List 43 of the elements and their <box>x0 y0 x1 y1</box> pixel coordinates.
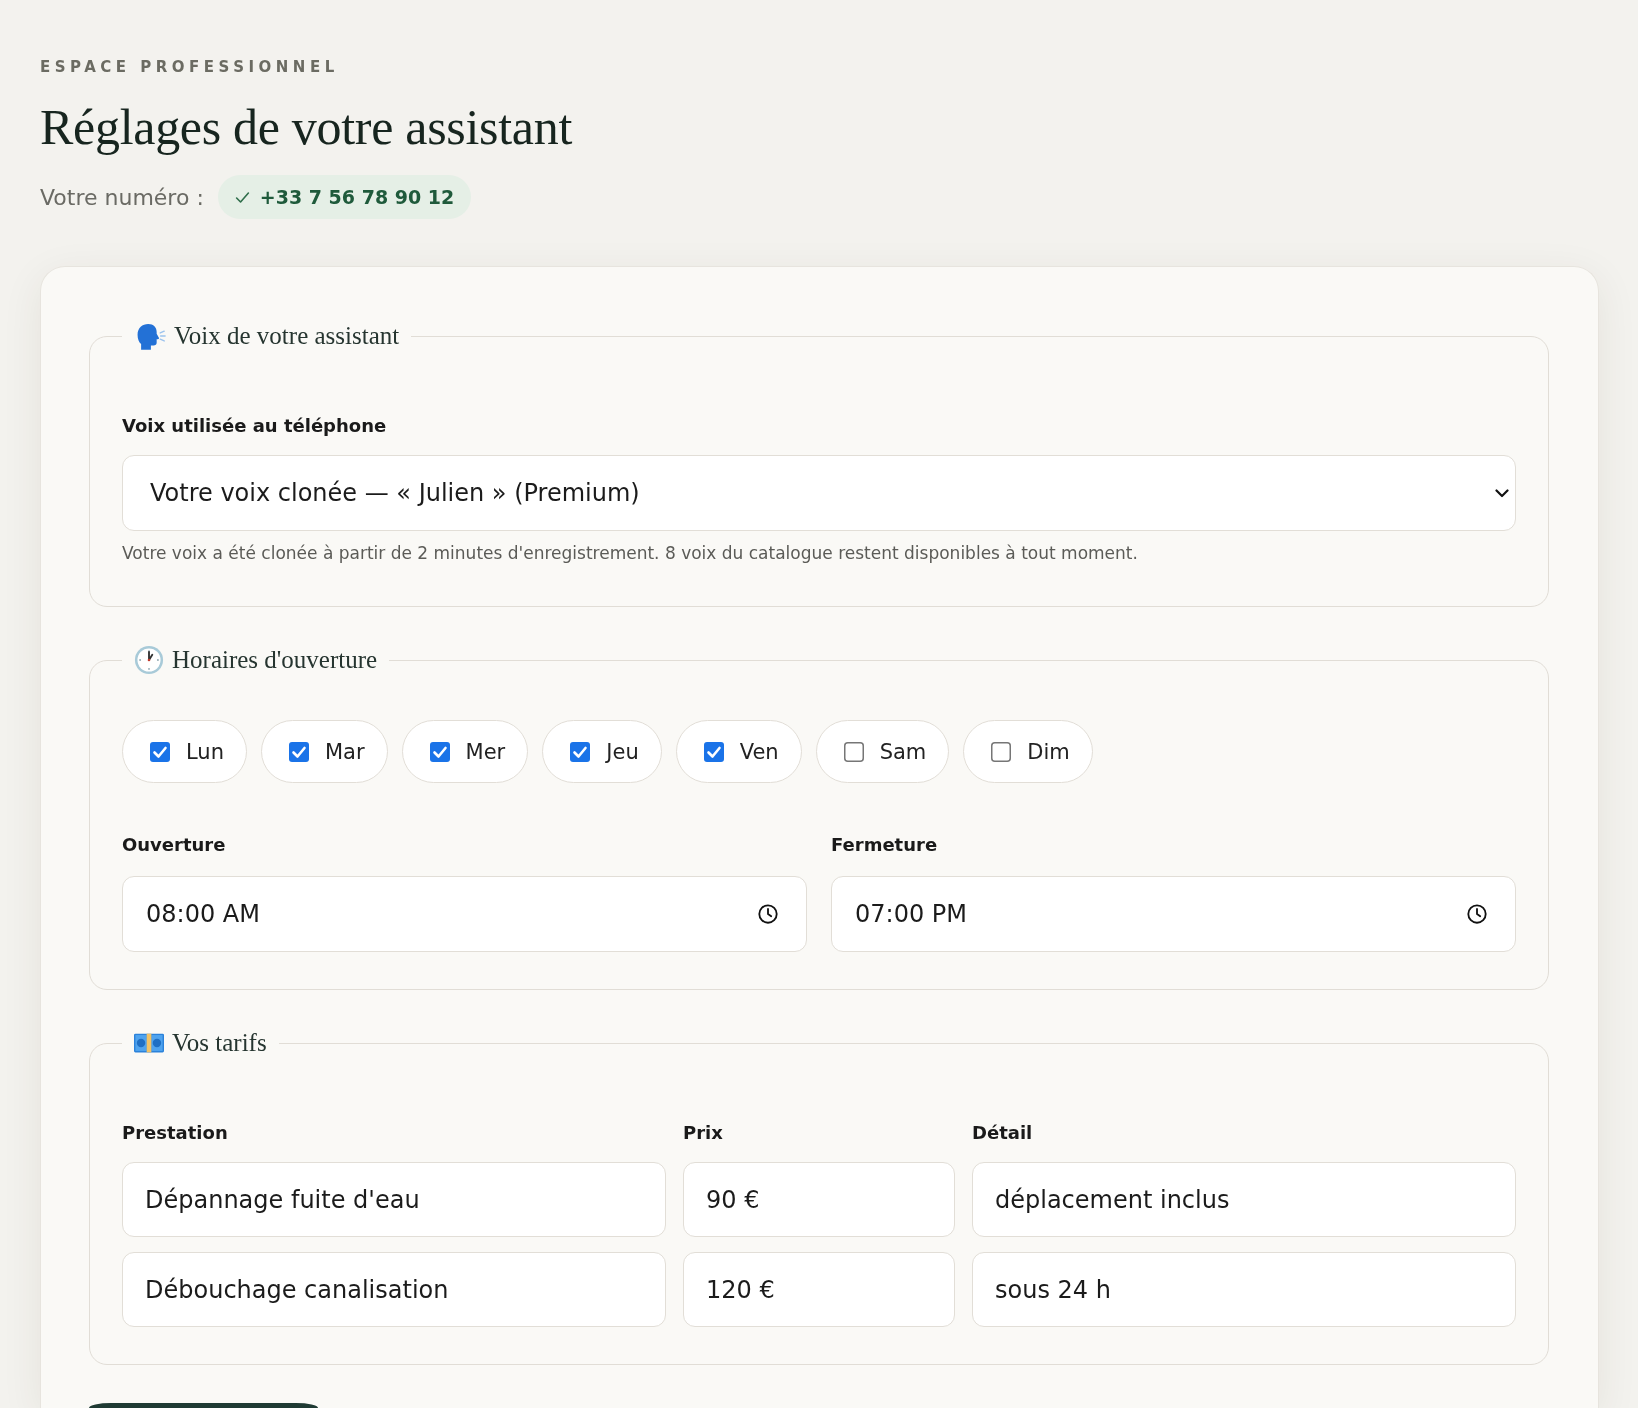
page-title: Réglages de votre assistant <box>40 99 573 155</box>
day-toggle[interactable]: Lun <box>122 720 247 783</box>
phone-number-badge: +33 7 56 78 90 12 <box>217 175 472 219</box>
checkbox[interactable] <box>991 741 1012 762</box>
column-header: Prestation <box>122 1122 229 1144</box>
day-toggle[interactable]: Sam <box>815 720 950 783</box>
checkbox[interactable] <box>843 741 864 762</box>
help-text: Votre voix a été clonée à partir de 2 minutes d'enregistrement. 8 voix du catalogue restent disponibles à tout moment. <box>122 542 1139 564</box>
day-toggle[interactable]: Ven <box>675 720 802 783</box>
checkbox[interactable] <box>570 741 591 762</box>
checkbox[interactable] <box>703 741 724 762</box>
section-title: Horaires d'ouverture <box>172 645 378 675</box>
clock-icon <box>134 645 164 675</box>
checkbox[interactable] <box>429 741 450 762</box>
section-title: Voix de votre assistant <box>174 321 400 351</box>
column-header: Détail <box>972 1122 1034 1144</box>
day-toggle[interactable]: Jeu <box>542 720 662 783</box>
number-label: Votre numéro : <box>40 184 204 210</box>
column-header: Prix <box>683 1122 724 1144</box>
time-field[interactable]: 07:00 PM <box>831 876 1516 952</box>
input-field[interactable]: Dépannage fuite d'eau <box>122 1162 666 1237</box>
time-field[interactable]: 08:00 AM <box>122 876 807 952</box>
input-field[interactable]: 90 € <box>683 1162 955 1237</box>
input-field[interactable]: sous 24 h <box>972 1252 1516 1327</box>
input-field[interactable]: déplacement inclus <box>972 1162 1516 1237</box>
field-label: Ouverture <box>122 834 227 856</box>
voice-select[interactable]: Votre voix clonée — « Julien » (Premium) <box>122 455 1516 531</box>
checkbox[interactable] <box>288 741 309 762</box>
banknote-icon <box>134 1032 164 1054</box>
clock-icon[interactable] <box>1466 903 1488 925</box>
clock-icon[interactable] <box>757 903 779 925</box>
field-label: Voix utilisée au téléphone <box>122 415 388 437</box>
input-field[interactable]: 120 € <box>683 1252 955 1327</box>
day-toggle[interactable]: Dim <box>963 720 1093 783</box>
day-toggle[interactable]: Mar <box>260 720 388 783</box>
cut-off-button[interactable] <box>89 1403 318 1408</box>
day-toggle[interactable]: Mer <box>401 720 529 783</box>
section-eyebrow: ESPACE PROFESSIONNEL <box>40 58 339 76</box>
section-title: Vos tarifs <box>172 1028 267 1058</box>
input-field[interactable]: Débouchage canalisation <box>122 1252 666 1327</box>
field-label: Fermeture <box>831 834 939 856</box>
chevron-down-icon <box>1495 488 1509 498</box>
checkbox[interactable] <box>150 741 170 762</box>
